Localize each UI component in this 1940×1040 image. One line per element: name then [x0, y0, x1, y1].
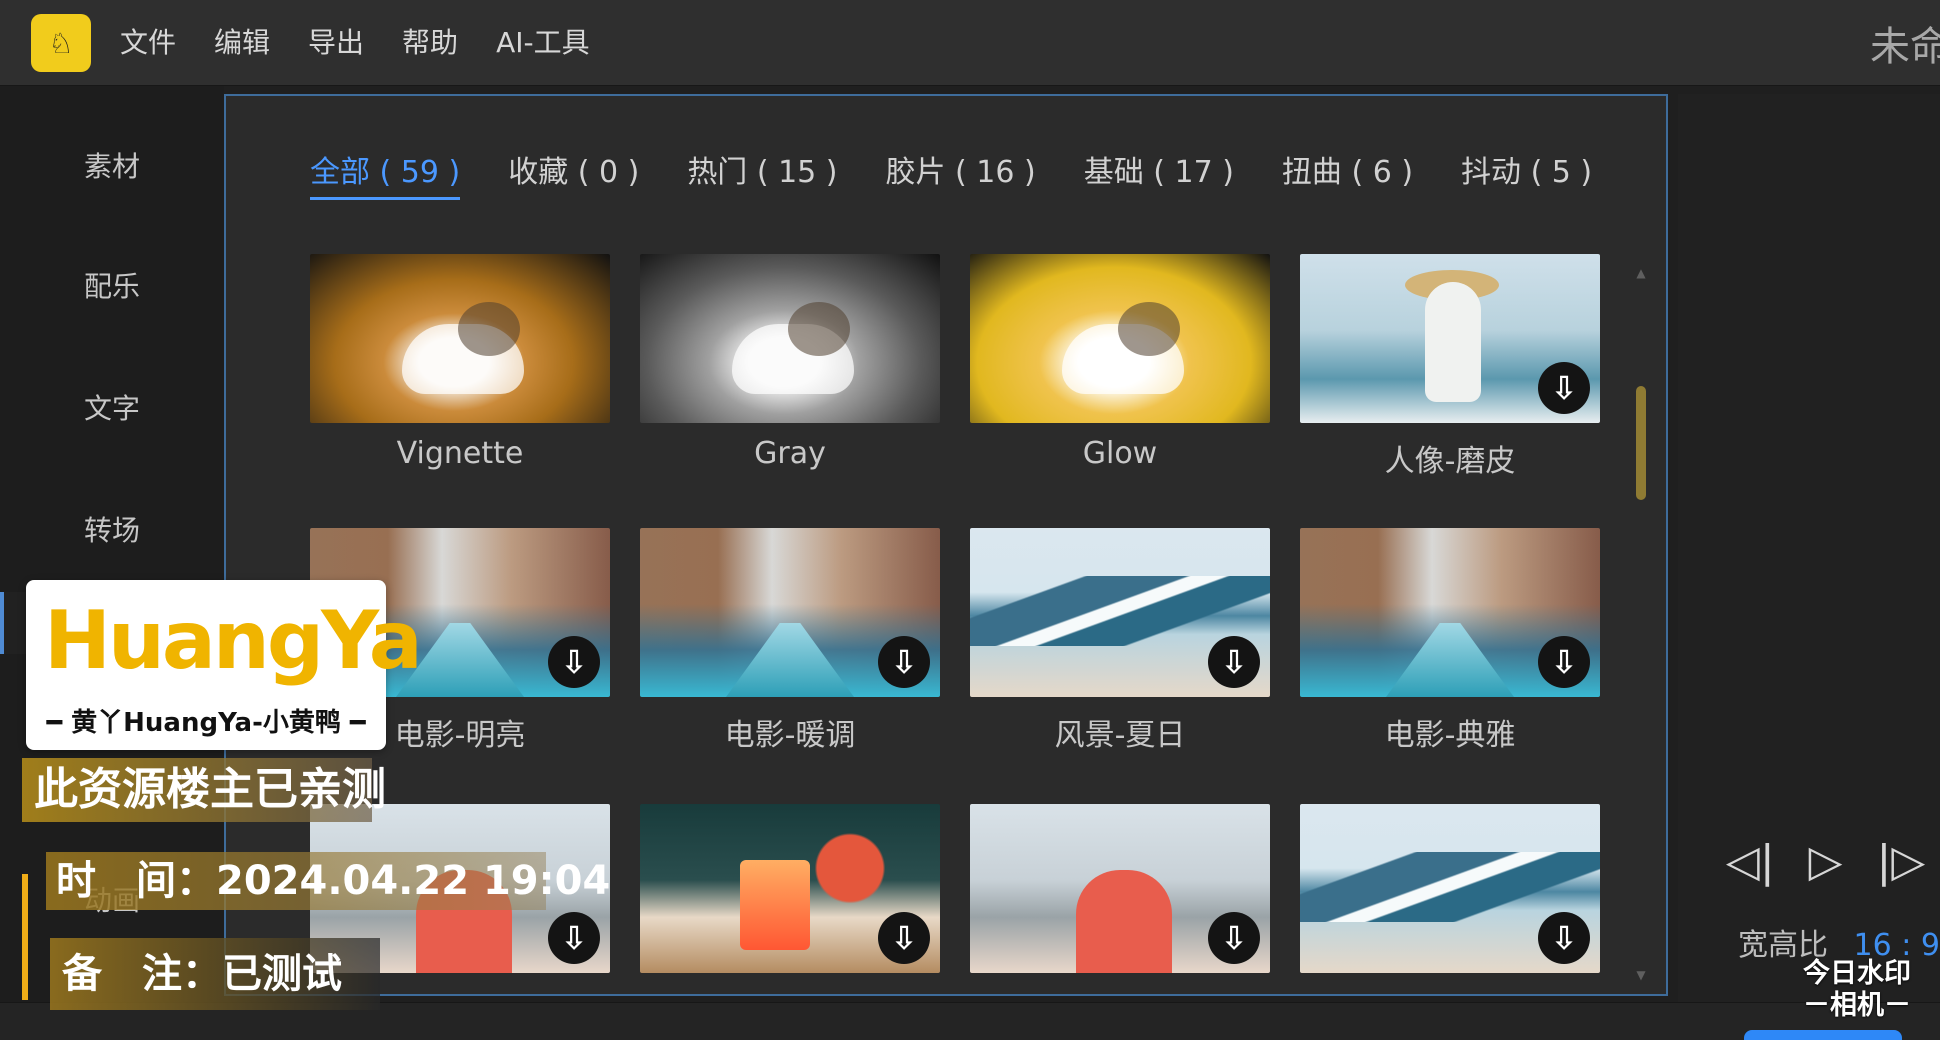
- camera-watermark-line-2: －相机－: [1803, 990, 1911, 1021]
- tab-film[interactable]: 胶片 ( 16 ): [886, 154, 1036, 200]
- scrollbar-thumb[interactable]: [1636, 386, 1646, 500]
- filter-card-portrait-smoothing[interactable]: ⇩ 人像-磨皮: [1300, 254, 1600, 504]
- filter-label: 风景-夏日: [1054, 718, 1186, 753]
- filter-card-movie-warm[interactable]: ⇩ 电影-暖调: [640, 528, 940, 778]
- filter-label: Vignette: [396, 436, 524, 471]
- note-overlay: 备 注：已测试: [50, 938, 380, 1010]
- menu-help[interactable]: 帮助: [402, 22, 458, 64]
- menu-export[interactable]: 导出: [308, 22, 364, 64]
- previous-frame-icon[interactable]: ◁|: [1726, 832, 1775, 892]
- filter-label: Glow: [1082, 436, 1158, 471]
- thumbnail-image: [970, 254, 1270, 423]
- filter-label: 电影-典雅: [1384, 718, 1516, 753]
- thumbnail-image: ⇩: [1300, 804, 1600, 973]
- menu-ai-tools[interactable]: AI-工具: [496, 22, 590, 64]
- tab-all[interactable]: 全部 ( 59 ): [310, 154, 461, 200]
- filter-tabs: 全部 ( 59 ) 收藏 ( 0 ) 热门 ( 15 ) 胶片 ( 16 ) 基…: [310, 154, 1592, 200]
- download-icon[interactable]: ⇩: [1538, 912, 1590, 964]
- sidebar-item-text[interactable]: 文字: [0, 378, 224, 440]
- vertical-scrollbar[interactable]: ▲ ▼: [1634, 266, 1648, 982]
- thumbnail-image: ⇩: [640, 804, 940, 973]
- sidebar-item-music[interactable]: 配乐: [0, 256, 224, 318]
- filter-card-vignette[interactable]: Vignette: [310, 254, 610, 504]
- window-title: 未命: [1870, 24, 1940, 68]
- download-icon[interactable]: ⇩: [1538, 362, 1590, 414]
- sidebar-item-materials[interactable]: 素材: [0, 136, 224, 198]
- filter-card-glow[interactable]: Glow: [970, 254, 1270, 504]
- thumbnail-image: ⇩: [1300, 528, 1600, 697]
- filter-label: 电影-暖调: [724, 718, 856, 753]
- overlay-accent-bar: [22, 874, 28, 1000]
- filter-card-movie-elegant[interactable]: ⇩ 电影-典雅: [1300, 528, 1600, 778]
- tested-overlay: 此资源楼主已亲测: [22, 758, 386, 822]
- drink-shape: [740, 860, 810, 950]
- huangya-watermark-logo: HuangYa ━ 黄丫HuangYa-小黄鸭 ━: [26, 580, 423, 750]
- thumbnail-image: ⇩: [970, 528, 1270, 697]
- filter-card-landscape-summer[interactable]: ⇩ 风景-夏日: [970, 528, 1270, 778]
- tab-hot[interactable]: 热门 ( 15 ): [687, 154, 837, 200]
- next-frame-icon[interactable]: |▷: [1877, 832, 1926, 892]
- bottom-action-button[interactable]: [1744, 1030, 1902, 1040]
- scroll-down-icon[interactable]: ▼: [1634, 968, 1648, 982]
- play-icon[interactable]: ▷: [1809, 832, 1843, 892]
- thumbnail-image: [310, 254, 610, 423]
- tab-distortion[interactable]: 扭曲 ( 6 ): [1282, 154, 1413, 200]
- download-icon[interactable]: ⇩: [878, 912, 930, 964]
- filter-card-gray[interactable]: Gray: [640, 254, 940, 504]
- tab-shake[interactable]: 抖动 ( 5 ): [1461, 154, 1592, 200]
- person-shape: [1076, 870, 1172, 973]
- huangya-logo-word: HuangYa: [44, 594, 423, 687]
- road-shape: [726, 623, 854, 697]
- scroll-up-icon[interactable]: ▲: [1634, 266, 1648, 280]
- download-icon[interactable]: ⇩: [878, 636, 930, 688]
- tab-favorites[interactable]: 收藏 ( 0 ): [508, 154, 639, 200]
- cat-head-shape: [1118, 302, 1180, 356]
- download-icon[interactable]: ⇩: [1208, 912, 1260, 964]
- app-logo-icon[interactable]: ♘: [31, 14, 91, 72]
- thumbnail-image: ⇩: [1300, 254, 1600, 423]
- top-menu-bar: ♘ 文件 编辑 导出 帮助 AI-工具 未命: [0, 0, 1940, 86]
- cat-head-shape: [458, 302, 520, 356]
- thumbnail-image: [640, 254, 940, 423]
- filter-card-drink[interactable]: ⇩: [640, 804, 940, 996]
- time-overlay: 时 间：2024.04.22 19:04: [46, 852, 610, 910]
- download-icon[interactable]: ⇩: [1538, 636, 1590, 688]
- tab-basic[interactable]: 基础 ( 17 ): [1084, 154, 1234, 200]
- download-icon[interactable]: ⇩: [1208, 636, 1260, 688]
- download-icon[interactable]: ⇩: [548, 636, 600, 688]
- sidebar-item-transitions[interactable]: 转场: [0, 500, 224, 562]
- road-shape: [1386, 623, 1514, 697]
- filter-card-beach-2[interactable]: ⇩: [970, 804, 1270, 996]
- player-controls: ◁| ▷ |▷: [1726, 832, 1940, 892]
- menu-edit[interactable]: 编辑: [214, 22, 270, 64]
- main-menu: 文件 编辑 导出 帮助 AI-工具: [120, 22, 590, 64]
- watermark-caption: ━ 黄丫HuangYa-小黄鸭 ━: [46, 708, 366, 738]
- camera-watermark-line-1: 今日水印: [1803, 958, 1911, 989]
- mountain-shape: [970, 576, 1270, 646]
- person-shape: [1425, 282, 1481, 402]
- thumbnail-image: ⇩: [970, 804, 1270, 973]
- thumbnail-image: ⇩: [640, 528, 940, 697]
- filter-label: 人像-磨皮: [1384, 444, 1516, 479]
- filter-card-mountain[interactable]: ⇩: [1300, 804, 1600, 996]
- camera-watermark: 今日水印 －相机－: [1794, 958, 1920, 1024]
- download-icon[interactable]: ⇩: [548, 912, 600, 964]
- menu-file[interactable]: 文件: [120, 22, 176, 64]
- filter-label: Gray: [754, 436, 826, 471]
- mountain-shape: [1300, 852, 1600, 922]
- cat-head-shape: [788, 302, 850, 356]
